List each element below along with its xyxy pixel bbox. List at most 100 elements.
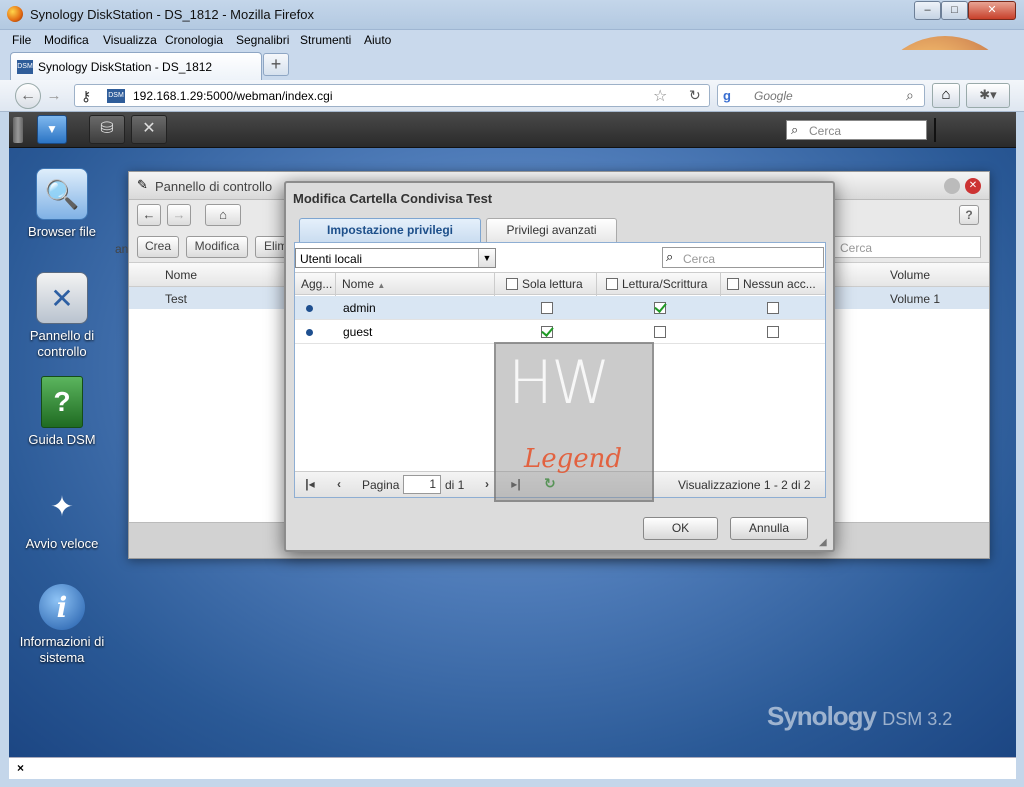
taskbar-storage-manager[interactable]: ⛁ (89, 115, 125, 144)
cp-home-button[interactable]: ⌂ (205, 204, 241, 226)
desktop-icon-dsm-help[interactable]: ? Guida DSM (12, 376, 112, 448)
col-read-only[interactable]: Sola lettura (495, 273, 597, 296)
desktop-icon-system-info[interactable]: i Informazioni di sistema (12, 584, 112, 666)
brand-name: Synology (767, 701, 877, 731)
bookmark-star-icon[interactable]: ☆ (653, 86, 667, 106)
search-icon[interactable]: ⌕ (906, 87, 914, 104)
guest-no-access-checkbox[interactable] (767, 325, 783, 339)
col-group[interactable]: Agg... (295, 273, 336, 296)
no-access-all-checkbox[interactable] (727, 278, 739, 290)
tab-privilege-settings[interactable]: Impostazione privilegi (299, 218, 481, 243)
desktop-icon-control-panel[interactable]: ✕ Pannello di controllo (12, 272, 112, 360)
admin-read-write-checkbox[interactable] (654, 301, 670, 315)
admin-read-only-checkbox[interactable] (541, 301, 557, 315)
web-search-bar[interactable]: g Google ⌕ (717, 84, 925, 107)
cp-back-button[interactable]: ← (137, 204, 161, 226)
magic-wand-icon: ✦ (50, 490, 74, 522)
watermark-top-text: HW (508, 348, 610, 418)
menu-file[interactable]: File (12, 33, 31, 47)
admin-no-access-checkbox[interactable] (767, 301, 783, 315)
ok-button[interactable]: OK (643, 517, 718, 540)
help-button[interactable]: ? (959, 205, 979, 225)
user-type-select[interactable]: Utenti locali ▼ (295, 248, 496, 268)
dsm-favicon-icon: DSM (107, 89, 125, 103)
firefox-logo-icon (7, 6, 23, 22)
menu-strumenti[interactable]: Strumenti (300, 33, 351, 47)
desktop-icon-file-browser[interactable]: 🔍 Browser file (12, 168, 112, 240)
col-read-write[interactable]: Lettura/Scrittura (597, 273, 721, 296)
col-name[interactable]: Nome (165, 268, 197, 282)
tab-advanced-privileges[interactable]: Privilegi avanzati (486, 218, 617, 243)
cp-search-input[interactable]: Cerca (825, 236, 981, 258)
reload-icon[interactable]: ↻ (689, 87, 701, 104)
col-read-write-label: Lettura/Scrittura (622, 277, 708, 291)
dsm-search-input[interactable]: ⌕ Cerca (786, 120, 927, 140)
google-icon[interactable]: g (723, 88, 739, 104)
main-menu-button[interactable]: ▼ (37, 115, 67, 144)
read-only-all-checkbox[interactable] (506, 278, 518, 290)
menu-cronologia[interactable]: Cronologia (165, 33, 223, 47)
privileges-grid-header: Agg... Nome ▲ Sola lettura Lettura/Scrit… (295, 272, 825, 296)
minimize-window-button[interactable] (944, 178, 960, 194)
help-book-icon: ? (41, 376, 83, 428)
forward-button[interactable]: → (42, 86, 66, 106)
taskbar-control-panel[interactable]: ✕ (131, 115, 167, 144)
menu-segnalibri[interactable]: Segnalibri (236, 33, 289, 47)
window-frame-right (1016, 112, 1024, 779)
checkbox-box (541, 326, 553, 338)
site-identity-icon[interactable]: ⚷ (81, 88, 91, 105)
desktop-icon-quick-start[interactable]: ✦ Avvio veloce (12, 480, 112, 552)
hwlegend-watermark: HW Legend (494, 342, 654, 502)
search-placeholder: Cerca (840, 241, 873, 255)
col-no-access[interactable]: Nessun acc... (721, 273, 825, 296)
cp-forward-button[interactable]: → (167, 204, 191, 226)
edit-button[interactable]: Modifica (186, 236, 248, 258)
create-button[interactable]: Crea (137, 236, 179, 258)
back-button[interactable]: ← (15, 83, 41, 109)
first-page-icon[interactable]: |◂ (301, 475, 319, 493)
col-volume[interactable]: Volume (890, 268, 930, 282)
guest-read-only-checkbox[interactable] (541, 325, 557, 339)
guest-read-write-checkbox[interactable] (654, 325, 670, 339)
menu-modifica[interactable]: Modifica (44, 33, 89, 47)
home-button[interactable]: ⌂ (932, 83, 960, 108)
browser-tab-dsm[interactable]: DSM Synology DiskStation - DS_1812 (10, 52, 262, 80)
url-text[interactable]: 192.168.1.29:5000/webman/index.cgi (133, 89, 332, 103)
close-find-bar-button[interactable]: × (17, 761, 24, 775)
table-row[interactable]: admin (295, 296, 825, 320)
cancel-button[interactable]: Annulla (730, 517, 808, 540)
address-bar[interactable]: ⚷ DSM 192.168.1.29:5000/webman/index.cgi… (74, 84, 710, 107)
toolbar-prefix-text: an (115, 242, 129, 256)
user-search-input[interactable]: ⌕ Cerca (662, 247, 824, 268)
resize-grip-icon[interactable]: ◢ (819, 537, 827, 548)
page-total-label: di 1 (445, 478, 465, 492)
checkbox-box (767, 326, 779, 338)
minimize-button[interactable]: – (914, 1, 941, 20)
sort-asc-icon: ▲ (377, 281, 386, 290)
row-user-name: admin (343, 301, 376, 315)
close-window-button[interactable]: ✕ (965, 178, 981, 194)
chevron-down-icon[interactable]: ▼ (478, 249, 495, 267)
row-volume: Volume 1 (890, 292, 941, 306)
menu-aiuto[interactable]: Aiuto (364, 33, 391, 47)
col-name[interactable]: Nome ▲ (336, 273, 495, 296)
desktop-icon-label: Avvio veloce (25, 536, 99, 551)
close-window-button[interactable]: ✕ (968, 1, 1016, 20)
new-tab-button[interactable]: + (263, 53, 289, 76)
row-user-name: guest (343, 325, 373, 339)
table-row[interactable]: guest (295, 320, 825, 344)
addon-button[interactable]: ✱▾ (966, 83, 1010, 108)
tools-icon: ✕ (142, 120, 156, 137)
window-frame-bottom (0, 779, 1024, 787)
menu-visualizza[interactable]: Visualizza (103, 33, 157, 47)
search-placeholder: Cerca (683, 252, 716, 266)
read-write-all-checkbox[interactable] (606, 278, 618, 290)
user-type-value: Utenti locali (300, 252, 363, 266)
maximize-button[interactable]: □ (941, 1, 968, 20)
search-icon: ⌕ (666, 249, 674, 264)
prev-page-icon[interactable]: ‹ (330, 475, 348, 493)
window-title: Synology DiskStation - DS_1812 - Mozilla… (30, 7, 314, 22)
tools-icon: ✎ (137, 177, 148, 192)
page-number-input[interactable]: 1 (403, 475, 441, 494)
checkbox-box (541, 302, 553, 314)
